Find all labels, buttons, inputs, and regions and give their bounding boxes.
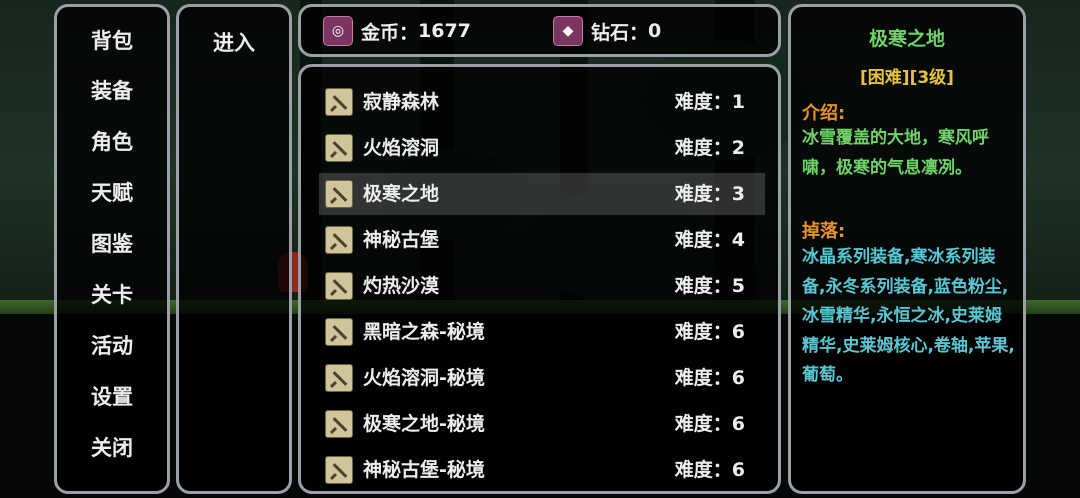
sword-icon	[325, 272, 353, 300]
enter-button[interactable]: 进入	[179, 26, 289, 60]
stage-difficulty: 难度：6	[674, 321, 745, 343]
sword-icon	[325, 456, 353, 484]
stage-name: 极寒之地-秘境	[363, 413, 485, 435]
stage-difficulty: 难度：6	[674, 367, 745, 389]
sword-icon	[325, 180, 353, 208]
intro-text: 冰雪覆盖的大地，寒风呼啸，极寒的气息凛冽。	[802, 128, 989, 178]
stage-difficulty: 难度：6	[674, 413, 745, 435]
sword-icon	[325, 364, 353, 392]
stage-row[interactable]: 寂静森林 难度：1	[319, 81, 765, 123]
stage-difficulty: 难度：4	[674, 229, 745, 251]
menu-item-close[interactable]: 关闭	[57, 431, 167, 465]
stage-difficulty: 难度：6	[674, 459, 745, 481]
menu-item-equipment[interactable]: 装备	[57, 74, 167, 108]
stage-row-selected[interactable]: 极寒之地 难度：3	[319, 173, 765, 215]
stage-tag: [困难][3级]	[860, 68, 954, 88]
menu-item-codex[interactable]: 图鉴	[57, 227, 167, 261]
stage-list: 寂静森林 难度：1 火焰溶洞 难度：2 极寒之地 难度：3 神秘古堡 难度：4 …	[298, 64, 781, 494]
stage-row[interactable]: 火焰溶洞-秘境 难度：6	[319, 357, 765, 399]
main-menu: 背包 装备 角色 天赋 图鉴 关卡 活动 设置 关闭	[54, 4, 170, 494]
gold-coin-icon: ◎	[323, 16, 353, 46]
stage-name: 火焰溶洞-秘境	[363, 367, 485, 389]
stage-name: 火焰溶洞	[363, 137, 440, 159]
menu-item-bag[interactable]: 背包	[57, 24, 167, 58]
stage-row[interactable]: 黑暗之森-秘境 难度：6	[319, 311, 765, 353]
stage-name: 寂静森林	[363, 91, 440, 113]
stage-row[interactable]: 极寒之地-秘境 难度：6	[319, 403, 765, 445]
menu-item-stages[interactable]: 关卡	[57, 278, 167, 312]
diamond-display: ◆ 钻石： 0	[553, 16, 661, 46]
stage-row[interactable]: 火焰溶洞 难度：2	[319, 127, 765, 169]
stage-title: 极寒之地	[868, 28, 945, 50]
intro-header: 介绍:	[802, 103, 846, 124]
stage-row[interactable]: 神秘古堡 难度：4	[319, 219, 765, 261]
menu-item-character[interactable]: 角色	[57, 125, 167, 159]
stage-difficulty: 难度：2	[674, 137, 745, 159]
enter-panel: 进入	[176, 4, 292, 494]
stage-row[interactable]: 灼热沙漠 难度：5	[319, 265, 765, 307]
menu-item-events[interactable]: 活动	[57, 329, 167, 363]
gold-display: ◎ 金币： 1677	[323, 16, 471, 46]
menu-item-settings[interactable]: 设置	[57, 380, 167, 414]
stage-name: 神秘古堡	[363, 229, 440, 251]
menu-item-talent[interactable]: 天赋	[57, 176, 167, 210]
stage-name: 极寒之地	[363, 183, 440, 205]
stage-row[interactable]: 神秘古堡-秘境 难度：6	[319, 449, 765, 491]
currency-bar: ◎ 金币： 1677 ◆ 钻石： 0	[298, 4, 781, 57]
gold-value: 1677	[418, 20, 471, 42]
diamond-value: 0	[648, 20, 662, 42]
stage-difficulty: 难度：3	[674, 183, 745, 205]
sword-icon	[325, 88, 353, 116]
stage-detail-panel: 极寒之地 [困难][3级] 介绍: 冰雪覆盖的大地，寒风呼啸，极寒的气息凛冽。 …	[788, 4, 1026, 494]
sword-icon	[325, 226, 353, 254]
stage-name: 灼热沙漠	[363, 275, 440, 297]
diamond-label: 钻石：	[591, 21, 649, 44]
sword-icon	[325, 134, 353, 162]
gold-label: 金币：	[361, 21, 419, 44]
stage-name: 神秘古堡-秘境	[363, 459, 485, 481]
drops-text: 冰晶系列装备,寒冰系列装备,永冬系列装备,蓝色粉尘,冰雪精华,永恒之冰,史莱姆精…	[802, 247, 1015, 385]
sword-icon	[325, 318, 353, 346]
stage-difficulty: 难度：5	[674, 275, 745, 297]
stage-difficulty: 难度：1	[674, 91, 745, 113]
sword-icon	[325, 410, 353, 438]
drops-header: 掉落:	[802, 221, 846, 242]
stage-name: 黑暗之森-秘境	[363, 321, 485, 343]
diamond-icon: ◆	[553, 16, 583, 46]
